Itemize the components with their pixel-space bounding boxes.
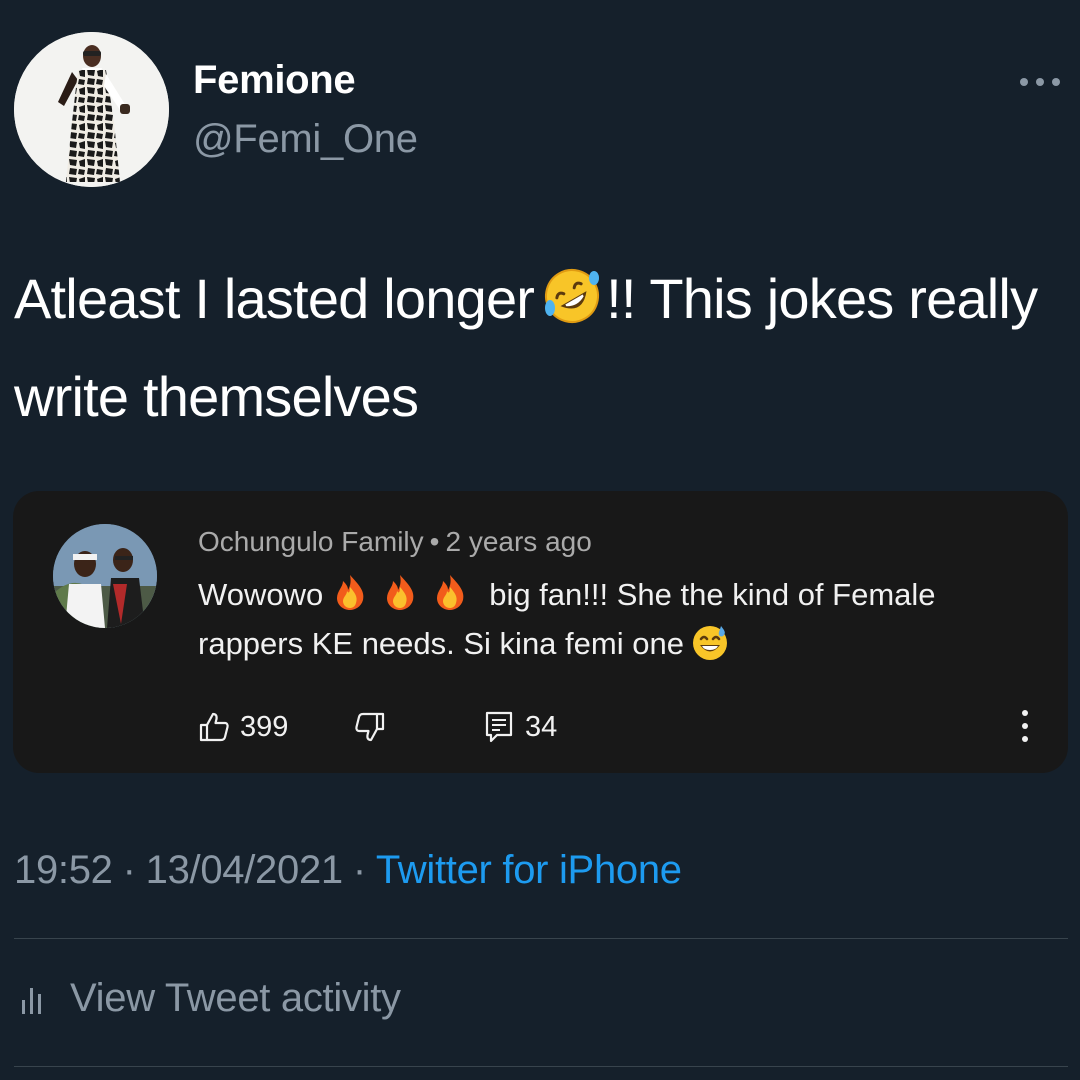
fire-emoji-group [331, 573, 481, 622]
reply-icon [485, 711, 513, 743]
more-dot [1052, 78, 1060, 86]
analytics-icon [22, 988, 41, 1014]
comment-meta: Ochungulo Family • 2 years ago [198, 526, 592, 558]
meta-separator: · [352, 848, 366, 892]
more-dot [1020, 78, 1028, 86]
comment-text: Wowowo big fan!!! She the kind of Female… [198, 573, 1048, 673]
display-name[interactable]: Femione [193, 58, 356, 103]
more-dot [1036, 78, 1044, 86]
comment-text-start: Wowowo [198, 577, 324, 612]
comment-author: Ochungulo Family [198, 526, 424, 557]
tweet-text-start: Atleast I lasted longer [14, 267, 535, 330]
tweet-detail-screen: Femione @Femi_One Atleast I lasted longe… [0, 0, 1080, 1080]
author-avatar[interactable] [14, 32, 169, 187]
divider [14, 1066, 1068, 1067]
thumbs-down-icon [355, 712, 385, 742]
like-count: 399 [240, 710, 289, 743]
fire-emoji-icon [437, 575, 464, 610]
comment-age: 2 years ago [445, 526, 592, 557]
reply-count: 34 [525, 710, 558, 743]
author-photo [14, 32, 169, 187]
divider [14, 938, 1068, 939]
commenter-photo [53, 524, 157, 628]
like-button[interactable]: 399 [198, 707, 288, 747]
meta-separator: · [122, 848, 136, 892]
embedded-comment-card: Ochungulo Family • 2 years ago Wowowo big … [13, 491, 1068, 773]
rolling-on-floor-laughing-emoji-icon [542, 262, 602, 352]
tweet-text: Atleast I lasted longer !! This jokes re… [14, 254, 1054, 442]
view-tweet-activity-button[interactable]: View Tweet activity [20, 972, 401, 1024]
commenter-avatar [53, 524, 157, 628]
meta-separator: • [429, 526, 440, 557]
tweet-date: 13/04/2021 [145, 848, 344, 892]
more-vertical-icon[interactable] [1015, 708, 1035, 744]
kebab-dot [1022, 723, 1028, 729]
kebab-dot [1022, 710, 1028, 716]
tweet-time: 19:52 [14, 848, 113, 892]
user-handle[interactable]: @Femi_One [193, 117, 418, 162]
thumbs-up-icon [199, 712, 229, 742]
fire-emoji-icon [387, 575, 414, 610]
grinning-sweat-emoji-icon [690, 622, 730, 673]
view-tweet-activity-label: View Tweet activity [70, 975, 401, 1020]
tweet-source-link[interactable]: Twitter for iPhone [376, 848, 682, 892]
fire-emoji-icon [337, 575, 364, 610]
kebab-dot [1022, 736, 1028, 742]
more-options-button[interactable] [1016, 72, 1064, 92]
dislike-button[interactable] [354, 707, 386, 747]
reply-button[interactable]: 34 [483, 707, 557, 747]
tweet-timestamp-line: 19:52 · 13/04/2021 · Twitter for iPhone [14, 848, 682, 893]
